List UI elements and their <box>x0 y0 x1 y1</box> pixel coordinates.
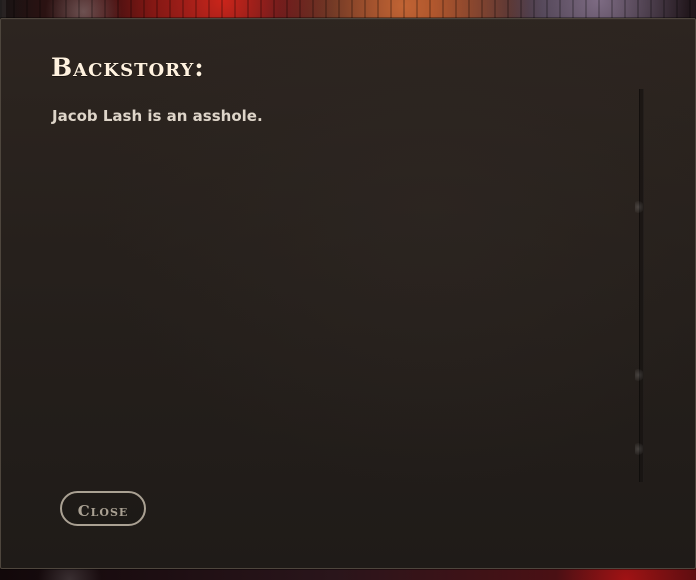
top-background-art-strip <box>0 0 696 18</box>
scrollbar-thumb-lower[interactable] <box>635 441 643 457</box>
close-button[interactable]: Close <box>60 491 146 526</box>
backstory-scrollbar[interactable] <box>635 89 645 482</box>
backstory-modal: Backstory: Jacob Lash is an asshole. Clo… <box>0 18 696 569</box>
scrollbar-thumb-middle[interactable] <box>635 367 643 383</box>
backstory-text: Jacob Lash is an asshole. <box>52 107 263 125</box>
scrollbar-track[interactable] <box>639 89 644 482</box>
scrollbar-thumb-upper[interactable] <box>635 199 643 215</box>
backstory-title: Backstory: <box>51 53 205 82</box>
